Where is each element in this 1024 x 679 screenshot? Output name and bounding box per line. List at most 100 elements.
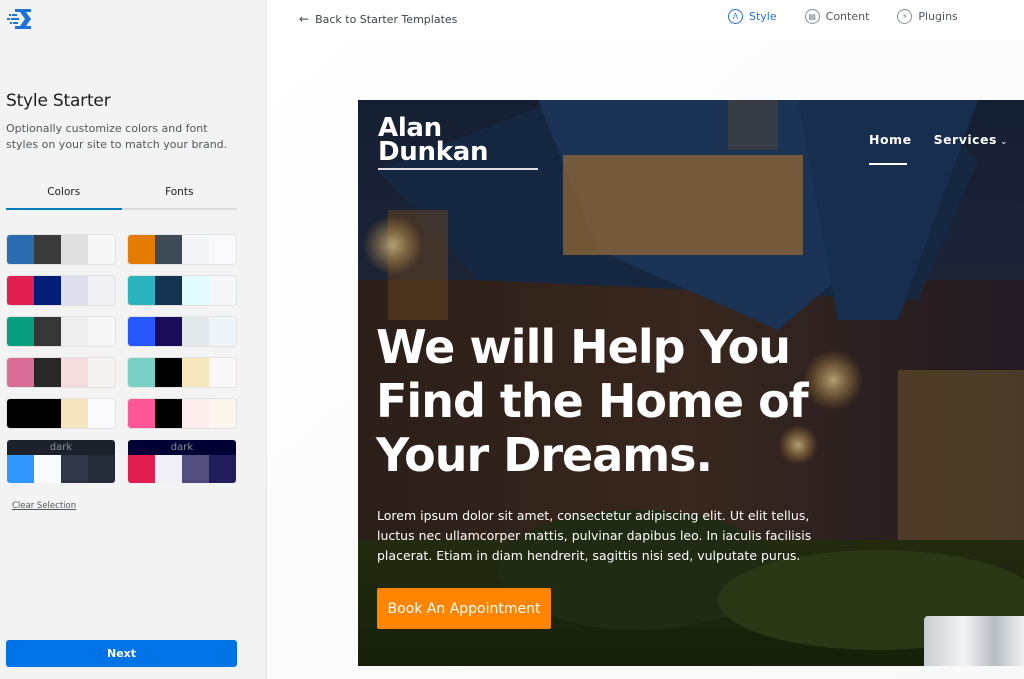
- color-swatch: [34, 276, 61, 305]
- color-palette-option[interactable]: [127, 275, 237, 306]
- palette-swatch-row: [128, 455, 236, 483]
- site-logo[interactable]: Alan Dunkan: [378, 115, 489, 167]
- color-swatch: [61, 317, 88, 346]
- next-button[interactable]: Next: [6, 640, 237, 667]
- nav-services-label: Services: [933, 132, 997, 147]
- step-label: Content: [825, 10, 870, 23]
- color-swatch: [128, 235, 155, 264]
- brand-divider: [378, 168, 538, 170]
- color-swatch: [7, 235, 34, 264]
- plug-icon: ⚡: [897, 9, 913, 24]
- color-swatch: [182, 317, 209, 346]
- site-nav: Home Services ⌄: [869, 132, 1008, 165]
- color-palette-option[interactable]: [6, 398, 116, 429]
- step-plugins[interactable]: ⚡ Plugins: [897, 9, 958, 24]
- step-content[interactable]: ▤ Content: [804, 9, 870, 24]
- color-swatch: [209, 317, 236, 346]
- content-icon: ▤: [804, 9, 820, 24]
- color-swatch: [182, 358, 209, 387]
- kadence-logo-icon[interactable]: [7, 8, 35, 30]
- color-swatch: [128, 358, 155, 387]
- style-tabs: Colors Fonts: [6, 180, 237, 210]
- color-swatch: [209, 399, 236, 428]
- color-swatch: [182, 455, 209, 483]
- color-swatch: [182, 276, 209, 305]
- color-swatch: [7, 455, 34, 483]
- tab-colors[interactable]: Colors: [6, 180, 122, 210]
- color-swatch: [209, 235, 236, 264]
- back-label: Back to Starter Templates: [315, 12, 458, 26]
- color-palette-option[interactable]: [127, 316, 237, 347]
- color-swatch: [182, 235, 209, 264]
- color-swatch: [34, 455, 61, 483]
- color-palette-option[interactable]: dark: [6, 439, 116, 484]
- color-swatch: [128, 455, 155, 483]
- palette-dark-label: dark: [128, 440, 236, 455]
- color-palette-option[interactable]: [6, 316, 116, 347]
- step-label: Style: [749, 10, 777, 23]
- color-swatch: [209, 276, 236, 305]
- color-palette-option[interactable]: [6, 275, 116, 306]
- sidebar-title: Style Starter: [6, 91, 111, 111]
- nav-home[interactable]: Home: [869, 132, 912, 165]
- color-swatch: [7, 276, 34, 305]
- color-swatch: [88, 317, 115, 346]
- brush-icon: Λ: [728, 9, 743, 24]
- color-palette-option[interactable]: [127, 234, 237, 265]
- brand-line2: Dunkan: [378, 137, 489, 167]
- sidebar: Style Starter Optionally customize color…: [0, 0, 267, 679]
- color-palette-option[interactable]: [6, 357, 116, 388]
- book-appointment-button[interactable]: Book An Appointment: [377, 588, 551, 629]
- chevron-down-icon: ⌄: [999, 137, 1009, 147]
- color-swatch: [61, 455, 88, 483]
- color-swatch: [155, 276, 182, 305]
- headline-line: We will Help You: [376, 320, 791, 374]
- color-swatch: [155, 399, 182, 428]
- color-swatch: [34, 235, 61, 264]
- color-swatch: [61, 358, 88, 387]
- color-swatch: [88, 276, 115, 305]
- color-swatch: [209, 455, 236, 483]
- color-swatch: [7, 358, 34, 387]
- color-swatch: [7, 317, 34, 346]
- color-swatch: [61, 276, 88, 305]
- color-swatch: [61, 399, 88, 428]
- color-swatch: [34, 358, 61, 387]
- site-preview: Alan Dunkan Home Services ⌄ We will Help …: [358, 100, 1024, 666]
- color-swatch: [61, 235, 88, 264]
- color-swatch: [34, 399, 61, 428]
- curtain-image: [924, 616, 1024, 666]
- color-swatch: [155, 317, 182, 346]
- clear-selection-link[interactable]: Clear Selection: [12, 501, 76, 511]
- color-swatch: [155, 235, 182, 264]
- sidebar-description: Optionally customize colors and font sty…: [6, 122, 228, 151]
- color-swatch: [128, 276, 155, 305]
- color-palette-option[interactable]: dark: [127, 439, 237, 484]
- arrow-left-icon: ←: [299, 12, 310, 26]
- palette-dark-label: dark: [7, 440, 115, 455]
- color-palette-option[interactable]: [6, 234, 116, 265]
- headline-line: Find the Home of: [376, 374, 809, 428]
- hero-paragraph: Lorem ipsum dolor sit amet, consectetur …: [377, 508, 812, 563]
- color-palette-option[interactable]: [127, 357, 237, 388]
- color-swatch: [34, 317, 61, 346]
- color-palette-option[interactable]: [127, 398, 237, 429]
- nav-services[interactable]: Services ⌄: [934, 132, 1008, 147]
- step-label: Plugins: [918, 10, 958, 23]
- color-swatch: [182, 399, 209, 428]
- color-swatch: [88, 399, 115, 428]
- palette-swatch-row: [7, 455, 115, 483]
- color-swatch: [128, 399, 155, 428]
- color-swatch: [88, 235, 115, 264]
- back-to-templates-link[interactable]: ← Back to Starter Templates: [299, 12, 457, 26]
- headline-line: Your Dreams.: [376, 428, 713, 482]
- color-swatch: [88, 455, 115, 483]
- step-style[interactable]: Λ Style: [728, 9, 777, 24]
- color-swatch: [155, 358, 182, 387]
- color-palette-grid: dark dark: [6, 234, 237, 484]
- color-swatch: [155, 455, 182, 483]
- wizard-steps: Λ Style ▤ Content ⚡ Plugins: [728, 9, 958, 24]
- color-swatch: [128, 317, 155, 346]
- tab-fonts[interactable]: Fonts: [122, 180, 238, 208]
- hero-headline: We will Help You Find the Home of Your D…: [376, 320, 876, 482]
